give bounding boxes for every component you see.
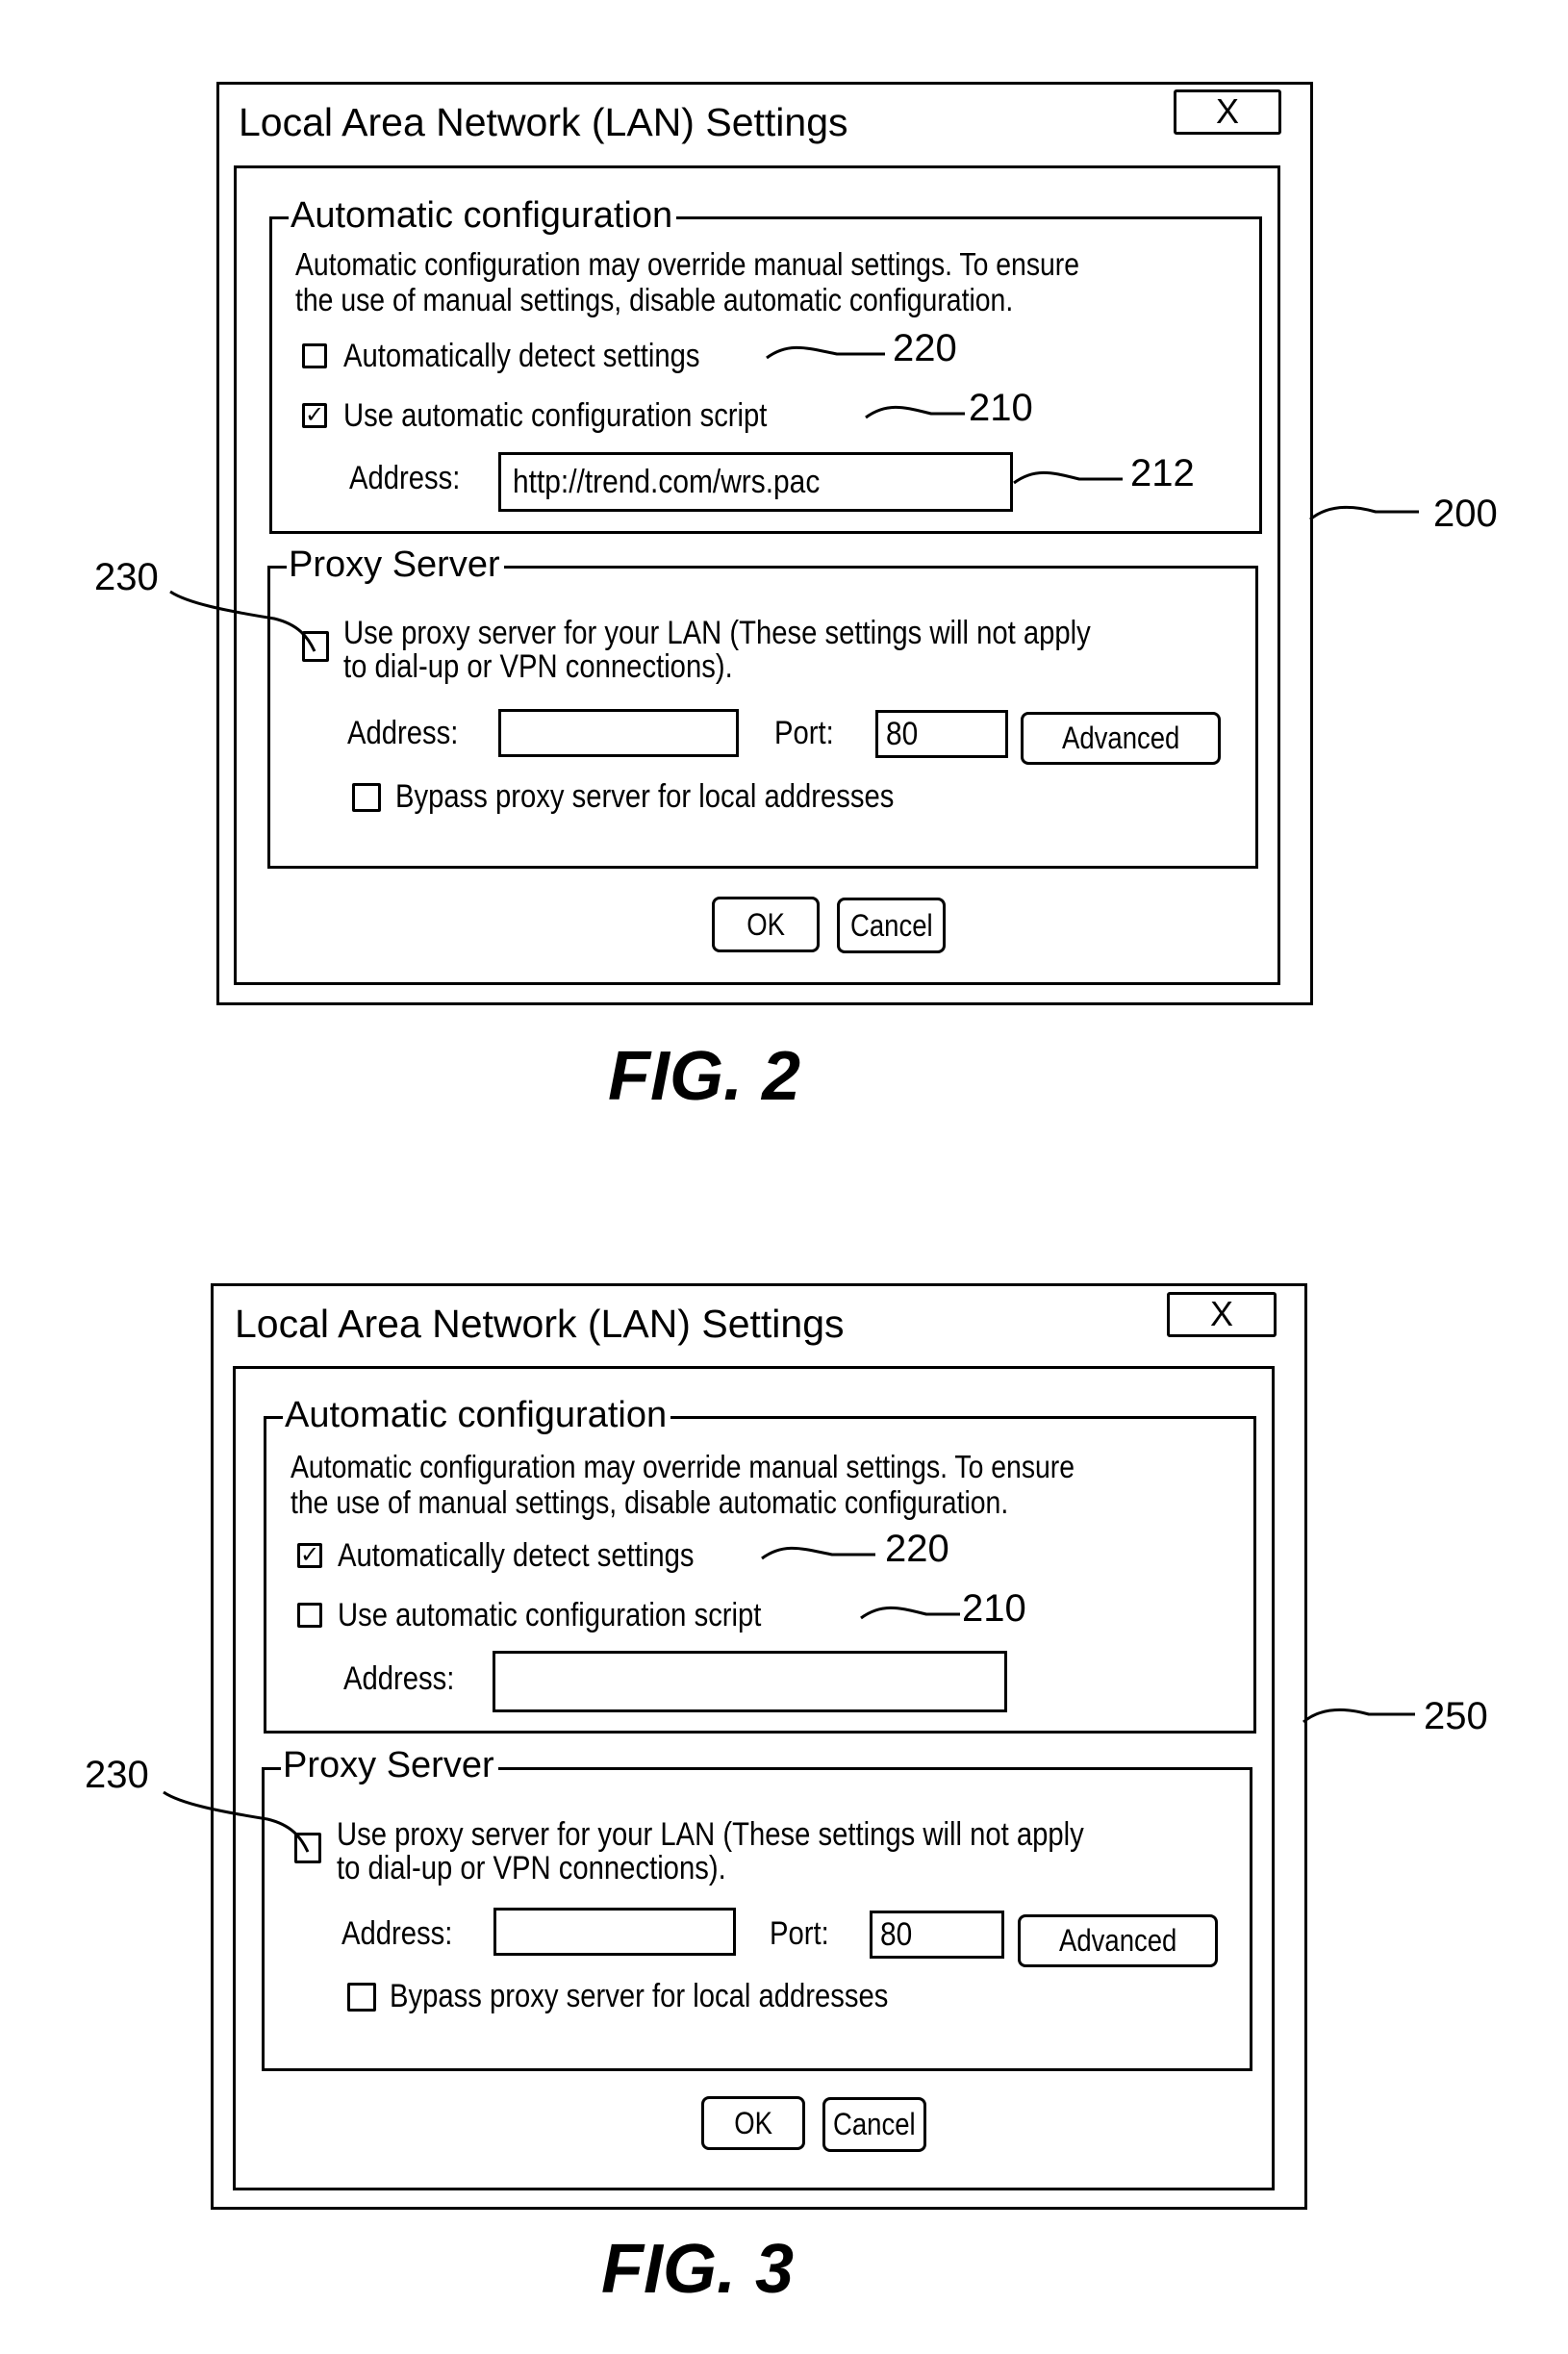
port-input[interactable]: 80 [870,1911,1004,1959]
figure-caption: FIG. 2 [608,1038,801,1115]
use-proxy-label-line2: to dial-up or VPN connections). [343,648,733,685]
ref-250-leader [1302,1709,1415,1724]
proxy-server-legend: Proxy Server [281,1744,498,1786]
use-proxy-label-line1: Use proxy server for your LAN (These set… [337,1816,1084,1853]
ref-220: 220 [885,1528,949,1570]
ref-210: 210 [969,387,1033,429]
auto-config-legend: Automatic configuration [283,1394,671,1436]
use-proxy-label-line1: Use proxy server for your LAN (These set… [343,615,1091,651]
bypass-label: Bypass proxy server for local addresses [395,778,895,815]
use-proxy-label-line2: to dial-up or VPN connections). [337,1850,726,1886]
proxy-address-label: Address: [341,1915,453,1952]
use-script-label: Use automatic configuration script [343,397,768,434]
use-script-label: Use automatic configuration script [338,1597,762,1633]
bypass-label: Bypass proxy server for local addresses [390,1978,889,2014]
ref-210-leader [860,1606,960,1620]
ref-220-leader [766,345,885,360]
auto-config-description-line1: Automatic configuration may override man… [295,246,1080,282]
cancel-button[interactable]: Cancel [822,2097,926,2152]
proxy-server-legend: Proxy Server [287,544,504,586]
use-proxy-checkbox[interactable] [302,631,329,662]
port-label: Port: [770,1915,829,1952]
auto-detect-checkbox[interactable]: ✓ [297,1543,322,1568]
ok-button[interactable]: OK [712,897,820,952]
auto-config-description-line2: the use of manual settings, disable auto… [291,1484,1009,1520]
ref-250: 250 [1424,1695,1488,1737]
ref-230-leader [163,1790,310,1853]
auto-config-description-line2: the use of manual settings, disable auto… [295,282,1014,317]
advanced-button[interactable]: Advanced [1018,1914,1218,1967]
dialog-title: Local Area Network (LAN) Settings [239,100,848,144]
ref-212-leader [1013,470,1123,485]
ref-210: 210 [962,1587,1026,1630]
proxy-address-input[interactable] [498,709,739,757]
cancel-button[interactable]: Cancel [837,898,946,953]
auto-config-legend: Automatic configuration [289,194,677,237]
use-proxy-checkbox[interactable] [294,1833,321,1863]
auto-detect-label: Automatically detect settings [343,338,700,374]
auto-detect-checkbox[interactable] [302,343,327,368]
ref-230: 230 [85,1754,149,1796]
figure-caption: FIG. 3 [601,2231,795,2308]
script-address-label: Address: [343,1660,455,1697]
auto-config-description-line1: Automatic configuration may override man… [291,1449,1075,1484]
close-icon: X [1215,91,1239,131]
auto-detect-label: Automatically detect settings [338,1537,695,1574]
bypass-checkbox[interactable] [352,783,381,812]
script-address-input[interactable]: http://trend.com/wrs.pac [498,452,1013,512]
port-label: Port: [774,715,834,751]
close-icon: X [1209,1294,1233,1333]
ref-220-leader [761,1546,875,1560]
dialog-title: Local Area Network (LAN) Settings [235,1302,845,1346]
proxy-address-label: Address: [347,715,459,751]
port-input[interactable]: 80 [875,710,1008,758]
ref-230-leader [169,590,316,652]
use-script-checkbox[interactable]: ✓ [302,403,327,428]
ref-210-leader [865,405,965,419]
close-button[interactable]: X [1167,1292,1277,1337]
bypass-checkbox[interactable] [347,1983,376,2012]
advanced-button[interactable]: Advanced [1021,712,1221,765]
ref-212: 212 [1130,452,1195,494]
proxy-address-input[interactable] [493,1908,736,1956]
ref-220: 220 [893,327,957,369]
ok-button[interactable]: OK [701,2096,805,2150]
ref-230: 230 [94,556,159,598]
script-address-label: Address: [349,460,461,496]
use-script-checkbox[interactable] [297,1603,322,1628]
script-address-input[interactable] [493,1651,1007,1712]
close-button[interactable]: X [1174,89,1281,135]
ref-200: 200 [1433,493,1498,535]
ref-200-leader [1309,506,1419,521]
